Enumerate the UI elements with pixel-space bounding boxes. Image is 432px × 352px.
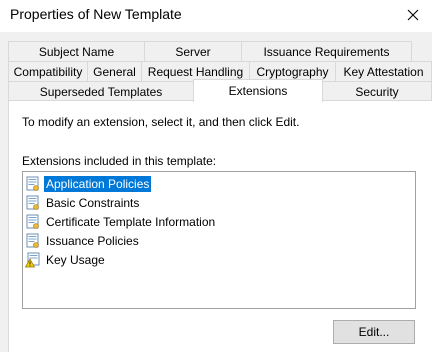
tab-issuance-requirements[interactable]: Issuance Requirements — [241, 41, 412, 61]
tab-label: Subject Name — [38, 44, 115, 59]
list-item-label: Key Usage — [46, 253, 105, 267]
extensions-list-label: Extensions included in this template: — [22, 154, 217, 168]
list-item-basic-constraints[interactable]: Basic Constraints — [25, 194, 141, 212]
tab-key-attestation[interactable]: Key Attestation — [335, 61, 432, 81]
tab-label: Request Handling — [147, 64, 244, 79]
tab-request-handling[interactable]: Request Handling — [141, 61, 250, 81]
tab-label: Extensions — [228, 84, 288, 98]
tab-security[interactable]: Security — [322, 81, 432, 101]
list-item-label: Basic Constraints — [46, 196, 140, 210]
tab-superseded-templates[interactable]: Superseded Templates — [8, 81, 194, 101]
close-button[interactable] — [394, 0, 432, 30]
certificate-extension-icon — [26, 176, 39, 191]
window-title: Properties of New Template — [10, 6, 182, 22]
tab-label: Server — [175, 44, 211, 59]
list-item-label: Issuance Policies — [46, 234, 139, 248]
list-item-label: Certificate Template Information — [46, 215, 216, 229]
warning-extension-icon — [25, 252, 40, 268]
list-item-application-policies[interactable]: Application Policies — [25, 175, 152, 193]
list-item-label: Application Policies — [44, 176, 152, 192]
edit-button[interactable]: Edit... — [333, 320, 415, 344]
tab-general[interactable]: General — [87, 61, 142, 81]
certificate-extension-icon — [26, 195, 39, 210]
tab-subject-name[interactable]: Subject Name — [8, 41, 145, 61]
tab-cryptography[interactable]: Cryptography — [249, 61, 336, 81]
tab-label: Superseded Templates — [39, 84, 163, 99]
tab-server[interactable]: Server — [144, 41, 242, 61]
tab-compatibility[interactable]: Compatibility — [8, 61, 88, 81]
tab-extensions[interactable]: Extensions — [193, 79, 323, 102]
extensions-listbox[interactable]: Application Policies Basic Constraints C… — [22, 171, 416, 309]
list-item-key-usage[interactable]: Key Usage — [25, 251, 107, 269]
instruction-text: To modify an extension, select it, and t… — [22, 115, 300, 129]
tab-label: Issuance Requirements — [263, 44, 390, 59]
list-item-issuance-policies[interactable]: Issuance Policies — [25, 232, 141, 250]
title-bar: Properties of New Template — [0, 0, 432, 32]
tab-label: Key Attestation — [343, 64, 424, 79]
tab-label: Cryptography — [256, 64, 329, 79]
tab-label: Security — [355, 84, 399, 99]
close-icon — [407, 9, 419, 21]
certificate-extension-icon — [26, 214, 39, 229]
certificate-extension-icon — [26, 233, 39, 248]
list-item-certificate-template-information[interactable]: Certificate Template Information — [25, 213, 217, 231]
tab-label: Compatibility — [13, 64, 83, 79]
tab-label: General — [93, 64, 136, 79]
